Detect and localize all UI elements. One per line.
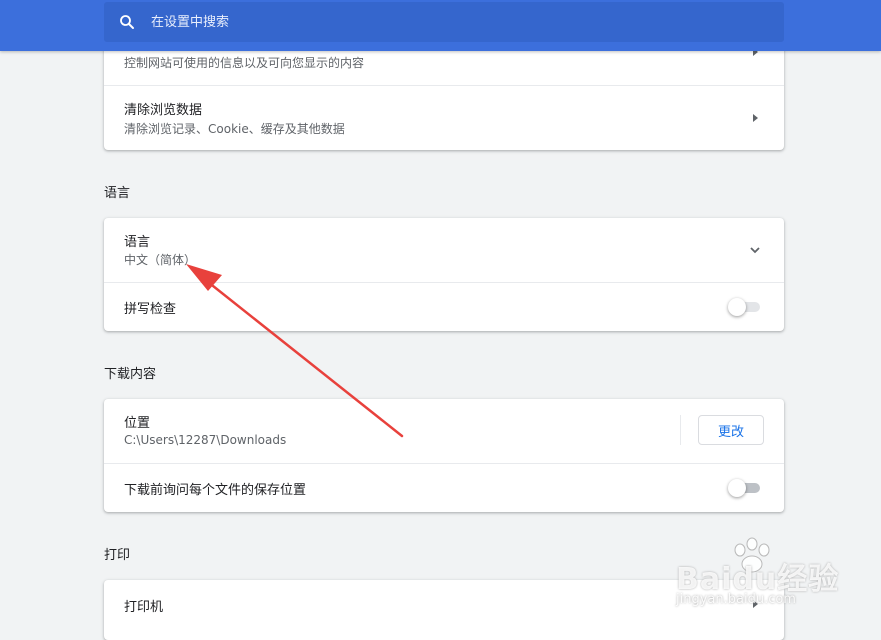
- spellcheck-toggle[interactable]: [728, 298, 762, 316]
- site-settings-description: 控制网站可使用的信息以及可向您显示的内容: [124, 56, 365, 70]
- change-location-button[interactable]: 更改: [698, 415, 764, 445]
- clear-browsing-data-description: 清除浏览记录、Cookie、缓存及其他数据: [124, 122, 345, 136]
- downloads-section-title: 下载内容: [104, 367, 157, 382]
- toggle-knob: [728, 298, 746, 316]
- download-location-path: C:\Users\12287\Downloads: [124, 433, 287, 447]
- language-row[interactable]: 语言 中文（简体）: [104, 218, 784, 282]
- paw-icon: [734, 537, 770, 573]
- arrow-right-icon: [753, 114, 758, 122]
- spellcheck-row: 拼写检查: [104, 282, 784, 331]
- language-value: 中文（简体）: [124, 253, 197, 267]
- search-input[interactable]: [149, 13, 713, 31]
- languages-section-title: 语言: [104, 186, 131, 201]
- settings-header: [0, 0, 881, 51]
- settings-search-box[interactable]: [104, 2, 784, 42]
- language-title: 语言: [124, 235, 151, 250]
- printing-card: 打印机: [104, 580, 784, 640]
- printers-label: 打印机: [124, 600, 164, 615]
- download-location-row: 位置 C:\Users\12287\Downloads 更改: [104, 399, 784, 463]
- clear-browsing-data-row[interactable]: 清除浏览数据 清除浏览记录、Cookie、缓存及其他数据: [104, 85, 784, 150]
- search-icon: [120, 15, 134, 29]
- printers-row[interactable]: 打印机: [104, 580, 784, 628]
- printing-section-title: 打印: [104, 548, 131, 563]
- toggle-knob: [728, 479, 746, 497]
- downloads-card: 位置 C:\Users\12287\Downloads 更改 下载前询问每个文件…: [104, 399, 784, 512]
- spellcheck-label: 拼写检查: [124, 302, 177, 317]
- chevron-down-icon[interactable]: [748, 243, 762, 257]
- ask-where-to-save-label: 下载前询问每个文件的保存位置: [124, 483, 307, 498]
- divider: [680, 415, 681, 445]
- ask-where-to-save-toggle[interactable]: [728, 479, 762, 497]
- privacy-card: 控制网站可使用的信息以及可向您显示的内容 清除浏览数据 清除浏览记录、Cooki…: [104, 36, 784, 150]
- languages-card: 语言 中文（简体） 拼写检查: [104, 218, 784, 331]
- download-location-title: 位置: [124, 416, 151, 431]
- clear-browsing-data-title: 清除浏览数据: [124, 103, 203, 118]
- ask-where-to-save-row: 下载前询问每个文件的保存位置: [104, 463, 784, 512]
- arrow-right-icon: [753, 600, 758, 608]
